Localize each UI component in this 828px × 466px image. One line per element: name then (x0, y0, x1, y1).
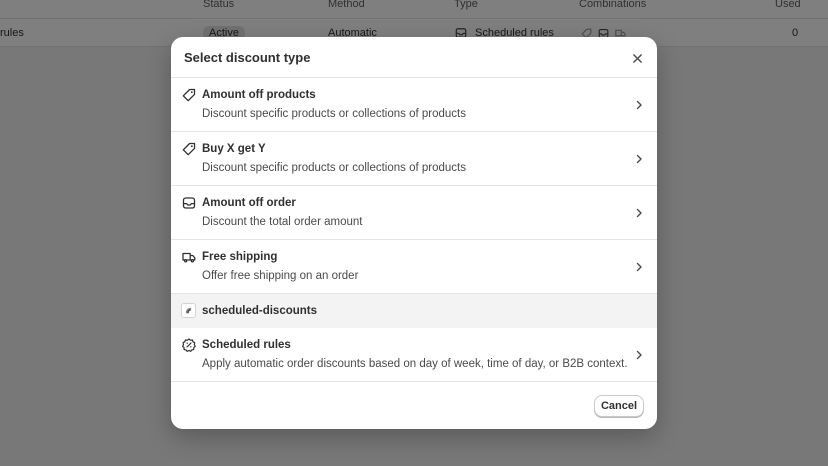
chevron-right-icon (636, 208, 642, 218)
option-free-shipping[interactable]: Free shipping Offer free shipping on an … (171, 240, 657, 294)
chevron-right-icon (636, 350, 642, 360)
cart-icon (182, 197, 196, 209)
app-section-header: scheduled-discounts (171, 294, 657, 328)
option-buy-x-get-y[interactable]: Buy X get Y Discount specific products o… (171, 132, 657, 186)
discount-badge-icon (182, 338, 196, 352)
option-title: Buy X get Y (202, 143, 266, 155)
option-title: Free shipping (202, 251, 278, 263)
chevron-right-icon (636, 262, 642, 272)
option-scheduled-rules[interactable]: Scheduled rules Apply automatic order di… (171, 328, 657, 382)
truck-icon (182, 252, 196, 263)
close-button[interactable] (627, 48, 647, 68)
modal-footer: Cancel (171, 382, 657, 429)
chevron-right-icon (636, 100, 642, 110)
option-title: Amount off order (202, 197, 296, 209)
option-description: Offer free shipping on an order (202, 270, 359, 282)
modal-title: Select discount type (184, 50, 311, 65)
option-amount-off-order[interactable]: Amount off order Discount the total orde… (171, 186, 657, 240)
option-description: Discount specific products or collection… (202, 162, 466, 174)
option-title: Scheduled rules (202, 339, 291, 351)
chevron-right-icon (636, 154, 642, 164)
option-description: Apply automatic order discounts based on… (202, 358, 628, 370)
cancel-button[interactable]: Cancel (594, 395, 644, 417)
option-title: Amount off products (202, 89, 316, 101)
option-description: Discount specific products or collection… (202, 108, 466, 120)
option-amount-off-products[interactable]: Amount off products Discount specific pr… (171, 78, 657, 132)
app-section-label: scheduled-discounts (202, 305, 318, 317)
close-icon (632, 53, 642, 63)
select-discount-type-modal: Select discount type Amount off products… (171, 37, 657, 429)
app-icon (181, 303, 196, 318)
tag-icon (182, 88, 196, 102)
option-description: Discount the total order amount (202, 216, 363, 228)
tag-icon (182, 142, 196, 156)
modal-header: Select discount type (171, 37, 657, 78)
